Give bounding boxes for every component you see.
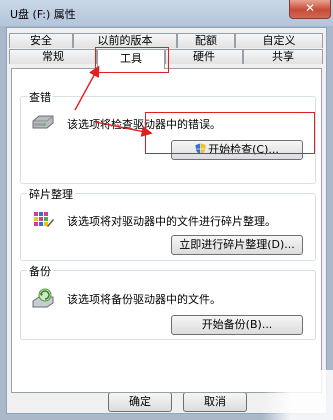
watermark-overlay (262, 370, 333, 420)
backup-description: 该选项将备份驱动器中的文件。 (67, 293, 221, 306)
shield-icon (195, 143, 206, 155)
cancel-button[interactable]: 取消 (183, 392, 247, 412)
tools-panel: 查错 该选项将检查驱动器中的错误。 开始检查(C)... 碎片整理 该选项将对驱… (11, 68, 322, 393)
tab-general[interactable]: 常规 (9, 49, 97, 64)
defrag-title: 碎片整理 (27, 186, 75, 202)
tab-sharing[interactable]: 共享 (243, 49, 323, 64)
backup-icon (32, 288, 54, 308)
close-button[interactable]: ✕ (289, 0, 331, 19)
drive-icon (32, 115, 54, 129)
tab-security[interactable]: 安全 (9, 33, 73, 48)
tab-quota[interactable]: 配额 (177, 33, 235, 48)
defrag-icon (34, 212, 54, 227)
title-bar: U盘 (F:) 属性 (0, 0, 333, 26)
tab-tools[interactable]: 工具 (97, 49, 165, 69)
error-check-group: 查错 该选项将检查驱动器中的错误。 开始检查(C)... (20, 89, 316, 184)
defrag-group: 碎片整理 该选项将对驱动器中的文件进行碎片整理。 立即进行碎片整理(D)... (20, 186, 316, 261)
error-check-title: 查错 (27, 89, 53, 105)
ok-button[interactable]: 确定 (108, 392, 172, 412)
start-backup-button[interactable]: 开始备份(B)... (171, 315, 303, 335)
dialog-body: 安全 以前的版本 配额 自定义 常规 工具 硬件 共享 查错 该选项将检查驱动器… (6, 27, 327, 414)
backup-title: 备份 (27, 263, 53, 279)
tab-hardware[interactable]: 硬件 (165, 49, 243, 64)
start-check-button[interactable]: 开始检查(C)... (171, 140, 303, 160)
window-title: U盘 (F:) 属性 (10, 8, 76, 21)
start-check-label: 开始检查(C)... (208, 143, 279, 156)
defrag-now-button[interactable]: 立即进行碎片整理(D)... (171, 235, 303, 255)
error-check-description: 该选项将检查驱动器中的错误。 (67, 118, 221, 131)
tab-previous-versions[interactable]: 以前的版本 (73, 33, 177, 48)
defrag-description: 该选项将对驱动器中的文件进行碎片整理。 (67, 215, 276, 228)
backup-group: 备份 该选项将备份驱动器中的文件。 开始备份(B)... (20, 263, 316, 340)
tab-customize[interactable]: 自定义 (235, 33, 323, 48)
close-icon: ✕ (304, 1, 316, 15)
